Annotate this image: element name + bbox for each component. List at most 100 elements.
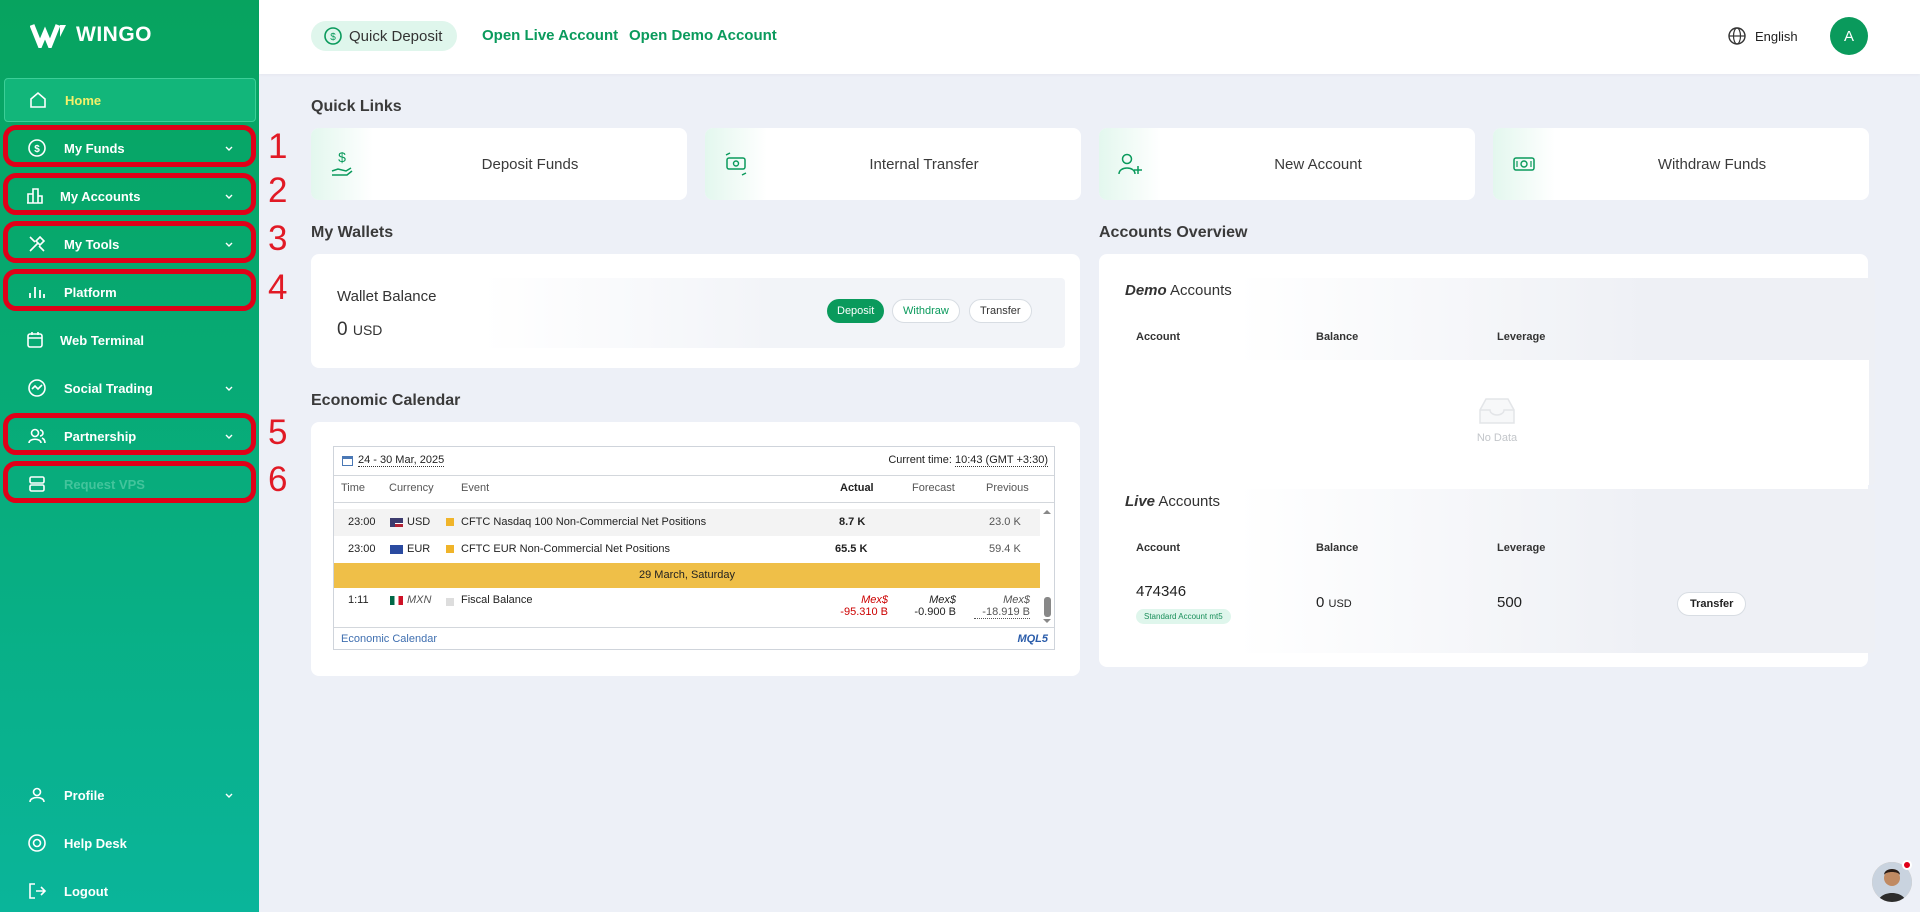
calendar-scrollbar[interactable] bbox=[1041, 503, 1053, 623]
scroll-up-arrow-icon bbox=[1043, 510, 1051, 514]
chevron-down-icon bbox=[224, 189, 234, 204]
live-account-balance: 0 USD bbox=[1316, 594, 1352, 611]
row-previous: Mex$ -18.919 B bbox=[974, 594, 1030, 619]
open-demo-account-link[interactable]: Open Demo Account bbox=[629, 27, 777, 44]
col-previous: Previous bbox=[986, 482, 1029, 494]
sidebar-item-my-accounts[interactable]: My Accounts bbox=[4, 174, 256, 218]
annotation-number: 2 bbox=[268, 171, 288, 210]
annotation-number: 4 bbox=[268, 268, 288, 307]
scroll-down-arrow-icon bbox=[1043, 619, 1051, 623]
server-icon bbox=[26, 473, 48, 495]
calendar-row[interactable]: 23:00 EUR CFTC EUR Non-Commercial Net Po… bbox=[334, 536, 1040, 563]
currency-code: USD bbox=[407, 516, 431, 528]
current-time-label: Current time: bbox=[888, 454, 952, 466]
sidebar-item-logout[interactable]: Logout bbox=[4, 869, 256, 912]
svg-text:$: $ bbox=[338, 149, 346, 165]
col-account: Account bbox=[1136, 542, 1180, 554]
divider bbox=[334, 502, 1054, 503]
wallet-balance-value: 0 bbox=[337, 319, 348, 340]
mx-flag-icon bbox=[390, 595, 403, 605]
svg-text:$: $ bbox=[34, 144, 40, 155]
sidebar-item-label: Social Trading bbox=[64, 380, 153, 396]
economic-calendar-link[interactable]: Economic Calendar bbox=[341, 633, 437, 645]
chevron-down-icon bbox=[224, 788, 234, 803]
calendar-date-range[interactable]: 24 - 30 Mar, 2025 bbox=[342, 454, 445, 467]
wingo-logo-icon bbox=[30, 24, 66, 48]
user-avatar[interactable]: A bbox=[1830, 17, 1868, 55]
sidebar-item-my-tools[interactable]: My Tools bbox=[4, 222, 256, 266]
annotation-number: 6 bbox=[268, 460, 288, 499]
quick-link-deposit-funds[interactable]: $ Deposit Funds bbox=[311, 128, 687, 200]
calendar-icon bbox=[24, 329, 46, 351]
users-icon bbox=[26, 425, 48, 447]
row-previous: 23.0 K bbox=[989, 516, 1021, 528]
quick-deposit-label: Quick Deposit bbox=[349, 27, 443, 45]
chevron-down-icon bbox=[224, 141, 234, 156]
importance-icon bbox=[446, 509, 454, 536]
sidebar-item-social-trading[interactable]: Social Trading bbox=[4, 366, 256, 410]
account-type-badge: Standard Account mt5 bbox=[1136, 606, 1231, 624]
row-currency: EUR bbox=[390, 536, 430, 563]
wallet-deposit-button[interactable]: Deposit bbox=[827, 299, 885, 323]
sidebar-item-label: My Accounts bbox=[60, 188, 141, 204]
date-range-text: 24 - 30 Mar, 2025 bbox=[358, 454, 445, 467]
row-time: 1:11 bbox=[348, 594, 369, 606]
value: -18.919 B bbox=[974, 606, 1030, 619]
live-account-leverage: 500 bbox=[1497, 594, 1523, 611]
notification-dot bbox=[1902, 860, 1912, 870]
pulse-circle-icon bbox=[26, 377, 48, 399]
wallet-balance-amount: 0 USD bbox=[337, 319, 382, 341]
language-selector[interactable]: English bbox=[1727, 26, 1798, 46]
sidebar-item-web-terminal[interactable]: Web Terminal bbox=[4, 318, 256, 362]
demo-title-rest: Accounts bbox=[1170, 282, 1232, 299]
quick-link-label: Withdraw Funds bbox=[1657, 155, 1767, 173]
sidebar-item-platform[interactable]: Platform bbox=[4, 270, 256, 314]
sidebar-item-request-vps[interactable]: Request VPS bbox=[4, 462, 256, 506]
wallet-balance-currency: USD bbox=[352, 322, 383, 338]
sidebar: WINGO Home $ My Funds My Accounts My Too… bbox=[0, 0, 259, 912]
quick-link-new-account[interactable]: New Account bbox=[1099, 128, 1475, 200]
row-actual: Mex$ -95.310 B bbox=[830, 594, 888, 618]
row-event: CFTC EUR Non-Commercial Net Positions bbox=[461, 543, 671, 555]
sidebar-item-my-funds[interactable]: $ My Funds bbox=[4, 126, 256, 170]
sidebar-item-label: Partnership bbox=[64, 428, 137, 444]
col-leverage: Leverage bbox=[1497, 542, 1546, 554]
annotation-number: 1 bbox=[268, 127, 288, 166]
mql5-logo[interactable]: MQL5 bbox=[1017, 633, 1048, 645]
current-time: Current time: 10:43 (GMT +3:30) bbox=[888, 454, 1048, 467]
demo-title-em: Demo bbox=[1125, 282, 1167, 299]
balance-currency: USD bbox=[1328, 598, 1352, 610]
lifebuoy-icon bbox=[26, 832, 48, 854]
wallet-card: Wallet Balance 0 USD Deposit Withdraw Tr… bbox=[311, 254, 1080, 368]
brand-logo[interactable]: WINGO bbox=[30, 22, 152, 48]
row-actual: 8.7 K bbox=[839, 516, 866, 528]
quick-link-internal-transfer[interactable]: Internal Transfer bbox=[705, 128, 1081, 200]
quick-deposit-button[interactable]: $ Quick Deposit bbox=[311, 21, 458, 51]
sidebar-item-home[interactable]: Home bbox=[4, 78, 256, 122]
current-time-value: 10:43 (GMT +3:30) bbox=[954, 454, 1048, 467]
sidebar-item-help-desk[interactable]: Help Desk bbox=[4, 821, 256, 865]
live-title-rest: Accounts bbox=[1158, 493, 1221, 510]
calendar-row[interactable]: 1:11 MXN Fiscal Balance Mex$ -95.310 B M… bbox=[334, 591, 1040, 619]
brand-name: WINGO bbox=[76, 23, 152, 46]
sidebar-item-partnership[interactable]: Partnership bbox=[4, 414, 256, 458]
deposit-funds-icon: $ bbox=[311, 128, 373, 200]
live-account-transfer-button[interactable]: Transfer bbox=[1677, 592, 1747, 616]
wallet-transfer-button[interactable]: Transfer bbox=[969, 299, 1032, 323]
col-forecast: Forecast bbox=[912, 482, 955, 494]
scrollbar-thumb[interactable] bbox=[1044, 597, 1051, 617]
calendar-row[interactable]: 23:00 USD CFTC Nasdaq 100 Non-Commercial… bbox=[334, 509, 1040, 536]
banknote-icon bbox=[1493, 128, 1555, 200]
live-account-number[interactable]: 474346 bbox=[1136, 583, 1186, 600]
quick-link-withdraw-funds[interactable]: Withdraw Funds bbox=[1493, 128, 1869, 200]
top-bar: $ Quick Deposit Open Live Account Open D… bbox=[259, 0, 1920, 74]
wallet-withdraw-button[interactable]: Withdraw bbox=[892, 299, 960, 323]
wallet-balance-label: Wallet Balance bbox=[337, 288, 437, 305]
calendar-column-headers: Time Currency Event Actual Forecast Prev… bbox=[334, 475, 1040, 502]
sidebar-item-profile[interactable]: Profile bbox=[4, 773, 256, 817]
annotation-number: 3 bbox=[268, 219, 288, 258]
dollar-circle-icon: $ bbox=[324, 27, 342, 45]
open-live-account-link[interactable]: Open Live Account bbox=[482, 27, 618, 44]
day-separator: 29 March, Saturday bbox=[334, 563, 1040, 588]
row-previous: 59.4 K bbox=[989, 543, 1021, 555]
